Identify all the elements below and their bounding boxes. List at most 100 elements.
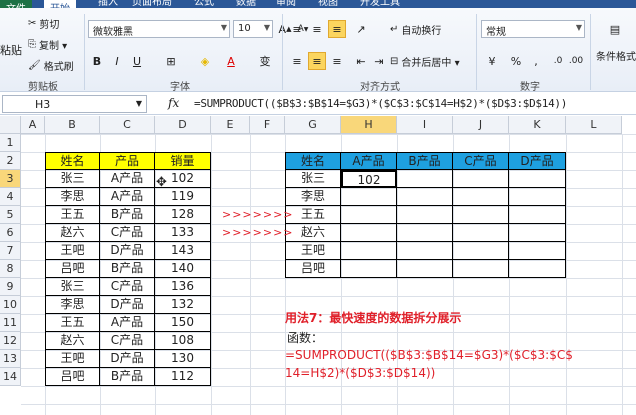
table-cell[interactable]: D产品: [100, 296, 155, 314]
table-cell[interactable]: 王吧: [285, 242, 341, 260]
row-header-6[interactable]: 6: [0, 224, 21, 242]
table-cell[interactable]: 王吧: [45, 350, 100, 368]
table-cell[interactable]: 张三: [45, 278, 100, 296]
table-cell[interactable]: B产品: [100, 206, 155, 224]
merge-center-button[interactable]: ⊟ 合并后居中 ▾: [390, 54, 460, 69]
table-cell[interactable]: 112: [155, 368, 211, 386]
table-cell[interactable]: [341, 206, 397, 224]
column-header-f[interactable]: F: [250, 116, 285, 134]
align-middle-icon[interactable]: ≡: [308, 20, 326, 38]
row-header-1[interactable]: 1: [0, 134, 21, 152]
table-cell[interactable]: 王五: [45, 314, 100, 332]
table-cell[interactable]: B产品: [100, 368, 155, 386]
table-cell[interactable]: [397, 260, 453, 278]
italic-button[interactable]: I: [108, 52, 126, 70]
tab-insert[interactable]: 插入: [98, 0, 118, 8]
table-cell[interactable]: [341, 188, 397, 206]
table-header-cell[interactable]: C产品: [453, 152, 509, 170]
table-header-cell[interactable]: B产品: [397, 152, 453, 170]
column-header-i[interactable]: I: [397, 116, 453, 134]
align-bottom-icon[interactable]: ≡: [328, 20, 346, 38]
name-box[interactable]: H3 ▼: [2, 95, 147, 113]
table-cell[interactable]: [453, 260, 509, 278]
formula-input[interactable]: =SUMPRODUCT(($B$3:$B$14=$G3)*($C$3:$C$14…: [194, 97, 567, 110]
table-cell[interactable]: [509, 188, 566, 206]
table-cell[interactable]: 128: [155, 206, 211, 224]
font-name-select[interactable]: 微软雅黑 ▼: [88, 20, 230, 38]
table-cell[interactable]: C产品: [100, 224, 155, 242]
table-cell[interactable]: [453, 224, 509, 242]
row-header-12[interactable]: 12: [0, 332, 21, 350]
format-painter-button[interactable]: 🖌 格式刷: [28, 58, 74, 73]
fill-color-icon[interactable]: ◈: [196, 52, 214, 70]
fx-icon[interactable]: fx: [168, 96, 179, 110]
table-header-cell[interactable]: 产品: [100, 152, 155, 170]
tab-review[interactable]: 审阅: [276, 0, 296, 8]
row-header-4[interactable]: 4: [0, 188, 21, 206]
table-cell[interactable]: A产品: [100, 188, 155, 206]
percent-button[interactable]: %: [507, 52, 525, 70]
column-header-b[interactable]: B: [45, 116, 100, 134]
table-cell[interactable]: 吕吧: [45, 260, 100, 278]
table-cell[interactable]: [397, 188, 453, 206]
tab-page-layout[interactable]: 页面布局: [132, 0, 172, 8]
table-cell[interactable]: 130: [155, 350, 211, 368]
table-header-cell[interactable]: 姓名: [285, 152, 341, 170]
table-header-cell[interactable]: 销量: [155, 152, 211, 170]
column-header-j[interactable]: J: [453, 116, 509, 134]
row-header-3[interactable]: 3: [0, 170, 21, 188]
table-cell[interactable]: [341, 224, 397, 242]
table-cell[interactable]: [453, 206, 509, 224]
table-cell[interactable]: 吕吧: [285, 260, 341, 278]
select-all-corner[interactable]: [0, 116, 21, 134]
conditional-format-icon[interactable]: ▤: [604, 16, 626, 42]
column-header-h[interactable]: H: [341, 116, 397, 134]
row-header-2[interactable]: 2: [0, 152, 21, 170]
table-cell[interactable]: C产品: [100, 332, 155, 350]
tab-view[interactable]: 视图: [318, 0, 338, 8]
paste-button[interactable]: 粘贴: [0, 42, 22, 58]
table-cell[interactable]: 140: [155, 260, 211, 278]
phonetic-icon[interactable]: 变: [256, 52, 274, 70]
row-header-13[interactable]: 13: [0, 350, 21, 368]
font-size-select[interactable]: 10 ▼: [233, 20, 273, 38]
decrease-decimal-icon[interactable]: .00: [567, 52, 585, 70]
table-cell[interactable]: 李思: [45, 296, 100, 314]
border-icon[interactable]: ⊞: [162, 52, 180, 70]
number-format-select[interactable]: 常规 ▼: [481, 20, 585, 38]
row-header-10[interactable]: 10: [0, 296, 21, 314]
table-cell[interactable]: [509, 242, 566, 260]
table-cell[interactable]: [341, 260, 397, 278]
tab-home[interactable]: 开始: [44, 0, 76, 8]
column-header-k[interactable]: K: [509, 116, 566, 134]
column-header-e[interactable]: E: [211, 116, 250, 134]
currency-icon[interactable]: ¥: [483, 52, 501, 70]
wrap-text-button[interactable]: ↵ 自动换行: [390, 22, 441, 37]
table-cell[interactable]: [509, 224, 566, 242]
row-header-14[interactable]: 14: [0, 368, 21, 386]
indent-increase-icon[interactable]: ⇥: [370, 52, 388, 70]
column-header-g[interactable]: G: [285, 116, 341, 134]
tab-formulas[interactable]: 公式: [194, 0, 214, 8]
table-cell[interactable]: A产品: [100, 170, 155, 188]
table-cell[interactable]: 王五: [45, 206, 100, 224]
tab-data[interactable]: 数据: [236, 0, 256, 8]
table-cell[interactable]: 108: [155, 332, 211, 350]
underline-button[interactable]: U: [128, 52, 146, 70]
table-cell[interactable]: 张三: [45, 170, 100, 188]
column-header-a[interactable]: A: [21, 116, 45, 134]
tab-developer[interactable]: 开发工具: [360, 0, 400, 8]
align-right-icon[interactable]: ≡: [328, 52, 346, 70]
indent-decrease-icon[interactable]: ⇤: [352, 52, 370, 70]
copy-button[interactable]: ⎘ 复制 ▾: [28, 37, 67, 52]
cut-button[interactable]: ✂ 剪切: [28, 16, 59, 31]
table-cell[interactable]: B产品: [100, 260, 155, 278]
table-cell[interactable]: D产品: [100, 350, 155, 368]
row-header-7[interactable]: 7: [0, 242, 21, 260]
tab-file[interactable]: 文件: [0, 0, 32, 8]
table-cell[interactable]: 136: [155, 278, 211, 296]
align-left-icon[interactable]: ≡: [288, 52, 306, 70]
table-cell[interactable]: [397, 206, 453, 224]
table-header-cell[interactable]: 姓名: [45, 152, 100, 170]
column-header-d[interactable]: D: [155, 116, 211, 134]
